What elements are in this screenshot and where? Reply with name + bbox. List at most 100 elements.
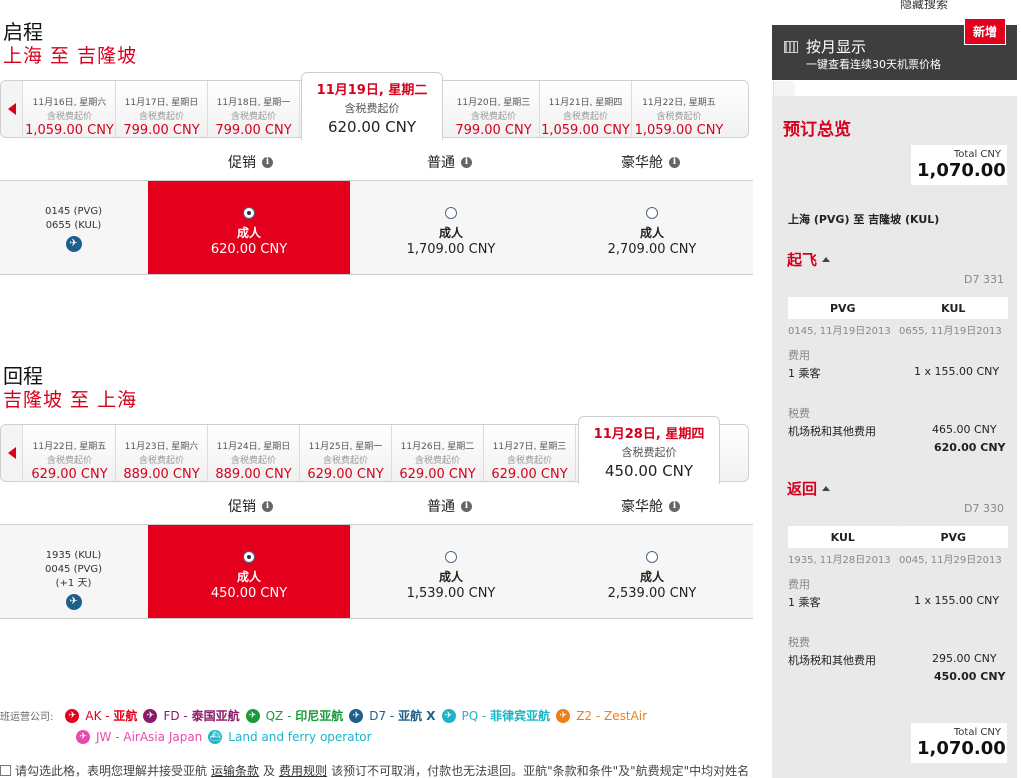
depart-flight-number: D7 331 [964, 273, 1004, 286]
terms-link-carriage[interactable]: 运输条款 [211, 762, 259, 778]
fare-option-regular[interactable]: 成人 1,539.00 CNY [350, 525, 552, 618]
outbound-date-cell[interactable]: 11月16日, 星期六 含税费起价 1,059.00 CNY [24, 81, 116, 138]
new-badge: 新增 [964, 18, 1006, 45]
fare-header-label: 豪华舱 [621, 155, 663, 171]
return-date-cell[interactable]: 11月23日, 星期六 含税费起价 889.00 CNY [116, 425, 208, 482]
radio-selected-icon[interactable] [243, 207, 255, 219]
calendar-icon [784, 41, 798, 53]
terms-link-fee-rules[interactable]: 费用规则 [279, 762, 327, 778]
carrier-d7: D7 - 亚航 X [369, 709, 436, 723]
return-date-cell[interactable]: 11月27日, 星期三 含税费起价 629.00 CNY [484, 425, 576, 482]
carrier-legend-row-2: ✈ JW - AirAsia Japan ⛴ Land and ferry op… [76, 730, 372, 744]
depart-tax-value: 465.00 CNY [932, 423, 997, 436]
return-heading: 返回 [787, 480, 818, 498]
fare-option-premium[interactable]: 成人 2,539.00 CNY [552, 525, 752, 618]
depart-tax-label: 税费 [788, 407, 810, 420]
info-icon[interactable]: i [461, 500, 472, 512]
fare-amount: 2,709.00 CNY [607, 242, 697, 257]
outbound-date-cell[interactable]: 11月20日, 星期三 含税费起价 799.00 CNY [448, 81, 540, 138]
date-label: 11月22日, 星期五 [32, 442, 107, 452]
return-selected-date-tab[interactable]: 11月28日, 星期四 含税费起价 450.00 CNY [578, 416, 720, 484]
date-label: 11月23日, 星期六 [124, 442, 199, 452]
flight-depart: 0145 (PVG) [44, 206, 103, 217]
hide-search-link[interactable]: 隐藏搜索 [900, 0, 948, 12]
outbound-date-cell[interactable]: 11月18日, 星期一 含税费起价 799.00 CNY [208, 81, 300, 138]
return-fare-row: 1935 (KUL) 0045 (PVG) (+1 天) ✈ 成人 450.00… [0, 524, 753, 619]
fare-header-regular: 普通 i [427, 496, 472, 516]
outbound-date-cell[interactable]: 11月22日, 星期五 含税费起价 1,059.00 CNY [632, 81, 726, 138]
outbound-date-cell[interactable]: 11月17日, 星期日 含税费起价 799.00 CNY [116, 81, 208, 138]
chevron-right-icon [897, 297, 908, 319]
date-label: 11月27日, 星期三 [492, 442, 567, 452]
bottom-total-label: Total CNY [953, 727, 1001, 738]
fare-amount: 1,539.00 CNY [406, 586, 496, 601]
info-icon[interactable]: i [669, 500, 680, 512]
date-sub: 含税费起价 [470, 112, 516, 122]
radio-icon[interactable] [445, 207, 457, 219]
fare-amount: 450.00 CNY [210, 586, 288, 601]
date-sub: 含税费起价 [322, 456, 368, 466]
selected-date-price: 450.00 CNY [604, 462, 694, 480]
fare-header-premium: 豪华舱 i [621, 496, 680, 516]
date-price: 799.00 CNY [215, 123, 292, 138]
fare-header-label: 促销 [228, 155, 256, 171]
selected-date-label: 11月28日, 星期四 [593, 427, 705, 442]
date-price: 889.00 CNY [215, 467, 292, 482]
info-icon[interactable]: i [461, 156, 472, 168]
fare-option-premium[interactable]: 成人 2,709.00 CNY [552, 181, 752, 274]
return-to-time: 0045, 11月29日2013 [899, 555, 1002, 566]
outbound-route-title: 上海 至 吉隆坡 [3, 45, 138, 67]
radio-selected-icon[interactable] [243, 551, 255, 563]
terms-suffix: 该预订不可取消，付款也无法退回。亚航"条款和条件"及"航费规定"中均对姓名 [331, 764, 750, 778]
radio-icon[interactable] [445, 551, 457, 563]
date-sub: 含税费起价 [562, 112, 608, 122]
fare-header-label: 促销 [228, 499, 256, 515]
carrier-ak: AK - 亚航 [85, 709, 138, 723]
return-toggle[interactable]: 返回 [787, 478, 831, 499]
fare-pax-label: 成人 [438, 226, 463, 240]
z2-plane-icon: ✈ [556, 708, 571, 723]
date-label: 11月25日, 星期一 [308, 442, 383, 452]
info-icon[interactable]: i [669, 156, 680, 168]
selected-date-price: 620.00 CNY [327, 118, 417, 136]
date-price: 1,059.00 CNY [634, 123, 724, 138]
fare-pax-label: 成人 [236, 226, 261, 240]
return-date-cell[interactable]: 11月24日, 星期日 含税费起价 889.00 CNY [208, 425, 300, 482]
return-date-cell[interactable]: 11月26日, 星期二 含税费起价 629.00 CNY [392, 425, 484, 482]
flight-depart: 1935 (KUL) [45, 550, 102, 561]
fare-option-promo[interactable]: 成人 450.00 CNY [148, 525, 350, 618]
fare-header-label: 豪华舱 [621, 499, 663, 515]
info-icon[interactable]: i [262, 156, 273, 168]
return-route-bar: KUL PVG [788, 526, 1008, 548]
radio-icon[interactable] [646, 551, 658, 563]
depart-toggle[interactable]: 起飞 [787, 249, 831, 270]
date-label: 11月24日, 星期日 [216, 442, 291, 452]
date-price: 889.00 CNY [123, 467, 200, 482]
date-label: 11月20日, 星期三 [456, 98, 531, 108]
date-price: 1,059.00 CNY [25, 123, 114, 138]
outbound-date-cell[interactable]: 11月21日, 星期四 含税费起价 1,059.00 CNY [540, 81, 632, 138]
jw-plane-icon: ✈ [76, 730, 90, 744]
fare-option-promo[interactable]: 成人 620.00 CNY [148, 181, 350, 274]
date-label: 11月26日, 星期二 [400, 442, 475, 452]
return-flight-number: D7 330 [964, 502, 1004, 515]
fare-option-regular[interactable]: 成人 1,709.00 CNY [350, 181, 552, 274]
return-prev-dates-button[interactable] [1, 425, 23, 481]
return-date-cell[interactable]: 11月22日, 星期五 含税费起价 629.00 CNY [24, 425, 116, 482]
outbound-selected-date-tab[interactable]: 11月19日, 星期二 含税费起价 620.00 CNY [301, 72, 443, 140]
outbound-prev-dates-button[interactable] [1, 81, 23, 137]
flight-details-icon[interactable]: ✈ [65, 236, 82, 252]
date-sub: 含税费起价 [506, 456, 552, 466]
return-route-title: 吉隆坡 至 上海 [3, 389, 138, 411]
radio-icon[interactable] [646, 207, 658, 219]
fare-header-regular: 普通 i [427, 152, 472, 172]
date-price: 629.00 CNY [399, 467, 476, 482]
terms-checkbox[interactable] [0, 765, 11, 776]
info-icon[interactable]: i [262, 500, 273, 512]
flight-details-icon[interactable]: ✈ [65, 594, 82, 610]
flight-next-day: (+1 天) [55, 578, 92, 589]
return-date-cell[interactable]: 11月25日, 星期一 含税费起价 629.00 CNY [300, 425, 392, 482]
summary-route: 上海 (PVG) 至 吉隆坡 (KUL) [788, 213, 940, 226]
date-label: 11月17日, 星期日 [124, 98, 199, 108]
bottom-total-value: 1,070.00 [917, 738, 1006, 759]
